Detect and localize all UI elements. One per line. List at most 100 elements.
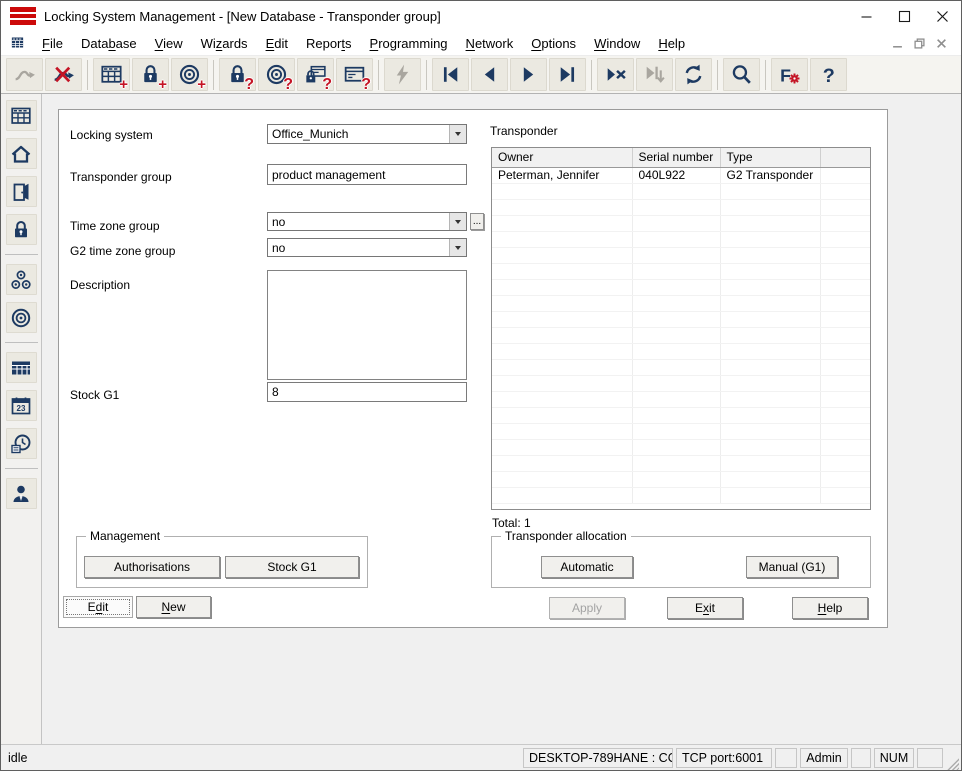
transponder-group-panel: Locking system Office_Munich Transponder…	[58, 109, 888, 628]
column-header-serial-number[interactable]: Serial number	[632, 148, 720, 167]
next-record-button[interactable]	[510, 58, 547, 91]
disconnect-button[interactable]	[45, 58, 82, 91]
table-cell	[820, 183, 871, 199]
skip-record-button[interactable]	[636, 58, 673, 91]
stock-g1-input[interactable]	[267, 382, 467, 402]
filter-settings-button[interactable]: F	[771, 58, 808, 91]
table-cell	[632, 295, 720, 311]
menu-item-view[interactable]: View	[146, 33, 192, 54]
read-lock-button[interactable]: ?	[219, 58, 256, 91]
table-cell	[720, 295, 820, 311]
mdi-minimize-button[interactable]	[887, 35, 907, 51]
resize-grip[interactable]	[946, 757, 959, 770]
menu-item-file[interactable]: File	[33, 33, 72, 54]
sidebar-item-home[interactable]	[6, 138, 37, 169]
toolbar-separator	[378, 60, 379, 90]
time-zone-group-select[interactable]: no	[267, 212, 467, 231]
menu-item-network[interactable]: Network	[457, 33, 523, 54]
question-badge-icon: ?	[283, 77, 293, 92]
locking-system-select[interactable]: Office_Munich	[267, 124, 467, 144]
table-row[interactable]: Peterman, Jennifer040L922G2 Transponder	[492, 167, 871, 183]
empty-table-row	[492, 391, 871, 407]
edit-button[interactable]: Edit	[63, 596, 133, 618]
menu-item-programming[interactable]: Programming	[361, 33, 457, 54]
menu-item-window[interactable]: Window	[585, 33, 649, 54]
empty-table-row	[492, 311, 871, 327]
plus-badge-icon: +	[158, 77, 167, 92]
last-record-button[interactable]	[549, 58, 586, 91]
remove-record-button[interactable]	[597, 58, 634, 91]
menu-item-help[interactable]: Help	[649, 33, 694, 54]
sidebar-item-matrix[interactable]	[6, 352, 37, 383]
previous-record-button[interactable]	[471, 58, 508, 91]
table-cell	[492, 439, 632, 455]
table-cell	[632, 391, 720, 407]
table-cell	[820, 423, 871, 439]
table-cell	[720, 247, 820, 263]
g2-time-zone-group-select[interactable]: no	[267, 238, 467, 257]
sidebar-item-doors[interactable]	[6, 176, 37, 207]
table-cell	[820, 471, 871, 487]
read-mifare-lock-button[interactable]: ?	[297, 58, 334, 91]
table-cell	[632, 455, 720, 471]
column-header-owner[interactable]: Owner	[492, 148, 632, 167]
new-locking-system-button[interactable]: +	[93, 58, 130, 91]
search-button[interactable]	[723, 58, 760, 91]
document-icon	[9, 35, 27, 51]
automatic-button[interactable]: Automatic	[541, 556, 633, 578]
empty-table-row	[492, 327, 871, 343]
table-cell	[720, 263, 820, 279]
chevron-down-icon[interactable]	[449, 213, 466, 230]
menu-item-reports[interactable]: Reports	[297, 33, 361, 54]
close-button[interactable]	[923, 1, 961, 31]
sidebar-item-locks[interactable]	[6, 214, 37, 245]
maximize-button[interactable]	[885, 1, 923, 31]
minimize-button[interactable]	[847, 1, 885, 31]
table-cell	[492, 391, 632, 407]
sidebar-item-transponders[interactable]	[6, 302, 37, 333]
menu-item-database[interactable]: Database	[72, 33, 146, 54]
table-cell	[720, 487, 820, 503]
refresh-button[interactable]	[675, 58, 712, 91]
exit-button[interactable]: Exit	[667, 597, 743, 619]
sidebar-item-time-zone-plan[interactable]	[6, 428, 37, 459]
mdi-close-button[interactable]	[931, 35, 951, 51]
transponder-list-label: Transponder	[490, 124, 558, 138]
read-card-button[interactable]: ?	[336, 58, 373, 91]
menu-item-wizards[interactable]: Wizards	[192, 33, 257, 54]
column-header-blank[interactable]	[820, 148, 871, 167]
table-cell	[820, 375, 871, 391]
stock-g1-button[interactable]: Stock G1	[225, 556, 359, 578]
new-button[interactable]: New	[136, 596, 211, 618]
transponder-group-input[interactable]	[267, 164, 467, 185]
mdi-restore-button[interactable]	[909, 35, 929, 51]
new-lock-button[interactable]: +	[132, 58, 169, 91]
status-empty-3	[917, 748, 943, 768]
sidebar-item-calendar[interactable]: 23	[6, 390, 37, 421]
description-textarea[interactable]	[267, 270, 467, 380]
help-button[interactable]: ?	[810, 58, 847, 91]
apply-button[interactable]: Apply	[549, 597, 625, 619]
help-button[interactable]: Help	[792, 597, 868, 619]
first-record-button[interactable]	[432, 58, 469, 91]
manual-g1-button[interactable]: Manual (G1)	[746, 556, 838, 578]
program-button[interactable]	[384, 58, 421, 91]
sidebar-item-persons[interactable]	[6, 478, 37, 509]
chevron-down-icon[interactable]	[449, 239, 466, 256]
table-cell	[720, 231, 820, 247]
read-transponder-button[interactable]: ?	[258, 58, 295, 91]
chevron-down-icon[interactable]	[449, 125, 466, 143]
table-cell	[492, 423, 632, 439]
menu-item-options[interactable]: Options	[522, 33, 585, 54]
sidebar-item-matrix-view[interactable]	[6, 100, 37, 131]
menu-item-edit[interactable]: Edit	[257, 33, 297, 54]
new-transponder-button[interactable]: +	[171, 58, 208, 91]
transponder-table: OwnerSerial numberTypePeterman, Jennifer…	[491, 147, 871, 510]
connect-button[interactable]	[6, 58, 43, 91]
sidebar-item-transponder-groups[interactable]	[6, 264, 37, 295]
plus-badge-icon: +	[119, 77, 128, 92]
table-cell: Peterman, Jennifer	[492, 167, 632, 183]
time-zone-more-button[interactable]: ...	[470, 213, 484, 230]
column-header-type[interactable]: Type	[720, 148, 820, 167]
authorisations-button[interactable]: Authorisations	[84, 556, 220, 578]
